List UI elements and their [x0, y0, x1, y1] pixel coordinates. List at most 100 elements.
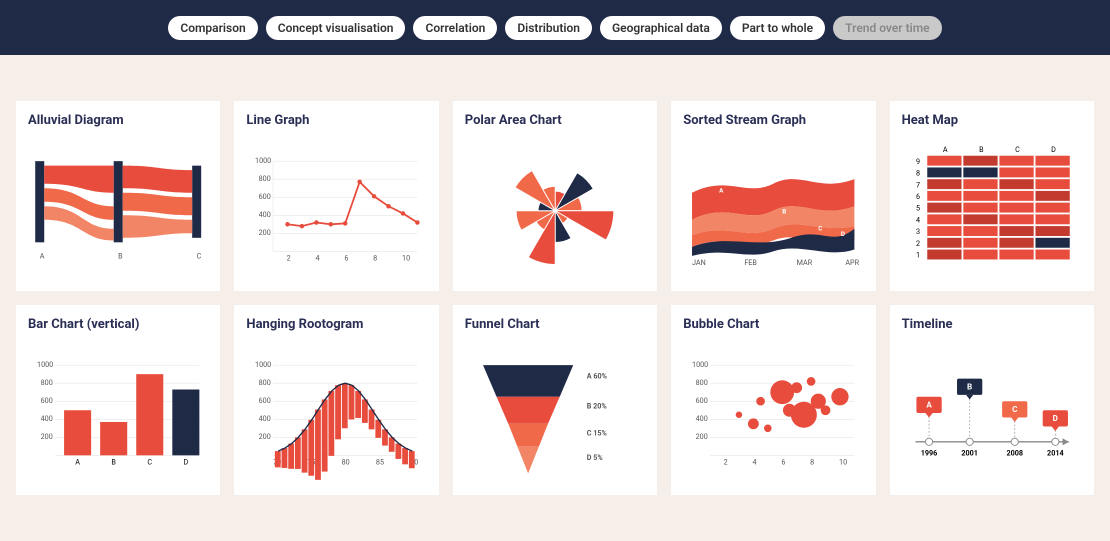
svg-text:200: 200	[41, 432, 53, 441]
filter-part-to-whole[interactable]: Part to whole	[730, 16, 825, 40]
filter-trend-over-time[interactable]: Trend over time	[833, 16, 942, 40]
timeline-chart-icon: A 1996 B 2001 C 2008 D 2014	[902, 340, 1082, 485]
filter-comparison[interactable]: Comparison	[168, 16, 257, 40]
svg-text:8: 8	[810, 457, 814, 466]
svg-text:800: 800	[696, 378, 708, 387]
svg-text:C: C	[147, 457, 152, 466]
svg-text:5: 5	[916, 204, 920, 213]
svg-text:200: 200	[696, 432, 708, 441]
card-title: Sorted Stream Graph	[683, 113, 863, 128]
svg-text:1996: 1996	[920, 448, 937, 457]
svg-text:APR: APR	[846, 258, 860, 267]
filter-concept-visualisation[interactable]: Concept visualisation	[266, 16, 406, 40]
svg-text:C: C	[1015, 145, 1020, 154]
svg-text:800: 800	[41, 378, 53, 387]
svg-text:85: 85	[376, 457, 384, 466]
svg-text:B: B	[111, 457, 116, 466]
card-rootogram[interactable]: Hanging Rootogram 1000800600 400200 7075…	[234, 305, 438, 495]
svg-text:7: 7	[916, 180, 920, 189]
svg-text:2: 2	[724, 457, 728, 466]
svg-text:9: 9	[916, 157, 920, 166]
svg-text:200: 200	[259, 228, 271, 237]
svg-text:1000: 1000	[37, 360, 53, 369]
svg-text:6: 6	[782, 457, 786, 466]
svg-text:400: 400	[259, 210, 271, 219]
svg-text:C 15%: C 15%	[587, 428, 608, 437]
bubble-chart-icon: 1000800600 400200 246810	[683, 340, 863, 485]
svg-text:1000: 1000	[692, 360, 708, 369]
svg-text:8: 8	[374, 253, 378, 262]
card-bar[interactable]: Bar Chart (vertical) 1000 800 600 400 200 A…	[16, 305, 220, 495]
card-heatmap[interactable]: Heat Map ABCD987654321	[890, 101, 1094, 291]
svg-text:8: 8	[916, 169, 920, 178]
filter-distribution[interactable]: Distribution	[505, 16, 592, 40]
svg-text:400: 400	[696, 414, 708, 423]
svg-text:3: 3	[916, 227, 920, 236]
card-timeline[interactable]: Timeline A 1996 B 2001 C 2008 D 2014	[890, 305, 1094, 495]
stream-chart-icon: ABCD JANFEBMARAPR	[683, 136, 863, 281]
card-title: Bubble Chart	[683, 317, 863, 332]
card-bubble[interactable]: Bubble Chart 1000800600 400200 246810	[671, 305, 875, 495]
card-grid: Alluvial Diagram A B C Line Graph 1000 800 6…	[0, 55, 1110, 511]
svg-text:600: 600	[696, 396, 708, 405]
svg-text:A: A	[943, 145, 948, 154]
card-title: Hanging Rootogram	[246, 317, 426, 332]
svg-text:MAR: MAR	[797, 258, 813, 267]
svg-text:1000: 1000	[255, 156, 271, 165]
svg-text:600: 600	[259, 396, 271, 405]
svg-text:C: C	[197, 252, 202, 261]
rootogram-chart-icon: 1000800600 400200 7075808590	[246, 340, 426, 485]
filter-correlation[interactable]: Correlation	[413, 16, 497, 40]
svg-text:400: 400	[41, 414, 53, 423]
svg-text:600: 600	[41, 396, 53, 405]
card-polar[interactable]: Polar Area Chart	[453, 101, 657, 291]
line-chart-icon: 1000800600 400200 246810	[246, 136, 426, 281]
svg-text:JAN: JAN	[692, 258, 706, 267]
card-stream[interactable]: Sorted Stream Graph ABCD JANFEBMARAPR	[671, 101, 875, 291]
svg-text:2001: 2001	[961, 448, 978, 457]
svg-text:600: 600	[259, 192, 271, 201]
svg-text:C: C	[818, 225, 822, 233]
svg-text:C: C	[1012, 404, 1018, 414]
svg-text:1000: 1000	[255, 360, 271, 369]
card-title: Line Graph	[246, 113, 426, 128]
svg-text:B: B	[118, 252, 123, 261]
svg-text:800: 800	[259, 174, 271, 183]
svg-text:A: A	[926, 400, 932, 410]
card-alluvial[interactable]: Alluvial Diagram A B C	[16, 101, 220, 291]
svg-text:2: 2	[287, 253, 291, 262]
svg-text:B: B	[979, 145, 984, 154]
svg-text:1: 1	[916, 251, 920, 260]
polar-chart-icon	[465, 136, 645, 281]
svg-text:10: 10	[402, 253, 410, 262]
bar-chart-icon: 1000 800 600 400 200 A B C D	[28, 340, 208, 485]
svg-text:800: 800	[259, 378, 271, 387]
svg-text:D: D	[183, 457, 188, 466]
svg-text:B 20%: B 20%	[587, 401, 608, 410]
card-title: Heat Map	[902, 113, 1082, 128]
filter-bar: Comparison Concept visualisation Correla…	[0, 0, 1110, 55]
svg-text:D 5%: D 5%	[587, 453, 604, 462]
svg-text:D: D	[841, 230, 845, 238]
svg-text:400: 400	[259, 414, 271, 423]
card-title: Funnel Chart	[465, 317, 645, 332]
svg-text:2014: 2014	[1047, 448, 1064, 457]
card-title: Bar Chart (vertical)	[28, 317, 208, 332]
svg-text:200: 200	[259, 432, 271, 441]
svg-text:6: 6	[345, 253, 349, 262]
svg-text:2: 2	[916, 239, 920, 248]
svg-text:A: A	[75, 457, 80, 466]
card-line[interactable]: Line Graph 1000800600 400200 246810	[234, 101, 438, 291]
svg-text:A: A	[40, 252, 45, 261]
alluvial-chart-icon: A B C	[28, 136, 208, 281]
card-title: Timeline	[902, 317, 1082, 332]
card-title: Alluvial Diagram	[28, 113, 208, 128]
svg-text:2008: 2008	[1006, 448, 1023, 457]
card-funnel[interactable]: Funnel Chart A 60% B 20% C 15% D 5%	[453, 305, 657, 495]
heatmap-chart-icon: ABCD987654321	[902, 136, 1082, 281]
svg-text:D: D	[1051, 145, 1056, 154]
filter-geographical-data[interactable]: Geographical data	[600, 16, 722, 40]
svg-text:D: D	[1052, 413, 1057, 423]
svg-text:B: B	[967, 382, 972, 392]
svg-text:A 60%: A 60%	[587, 372, 608, 381]
